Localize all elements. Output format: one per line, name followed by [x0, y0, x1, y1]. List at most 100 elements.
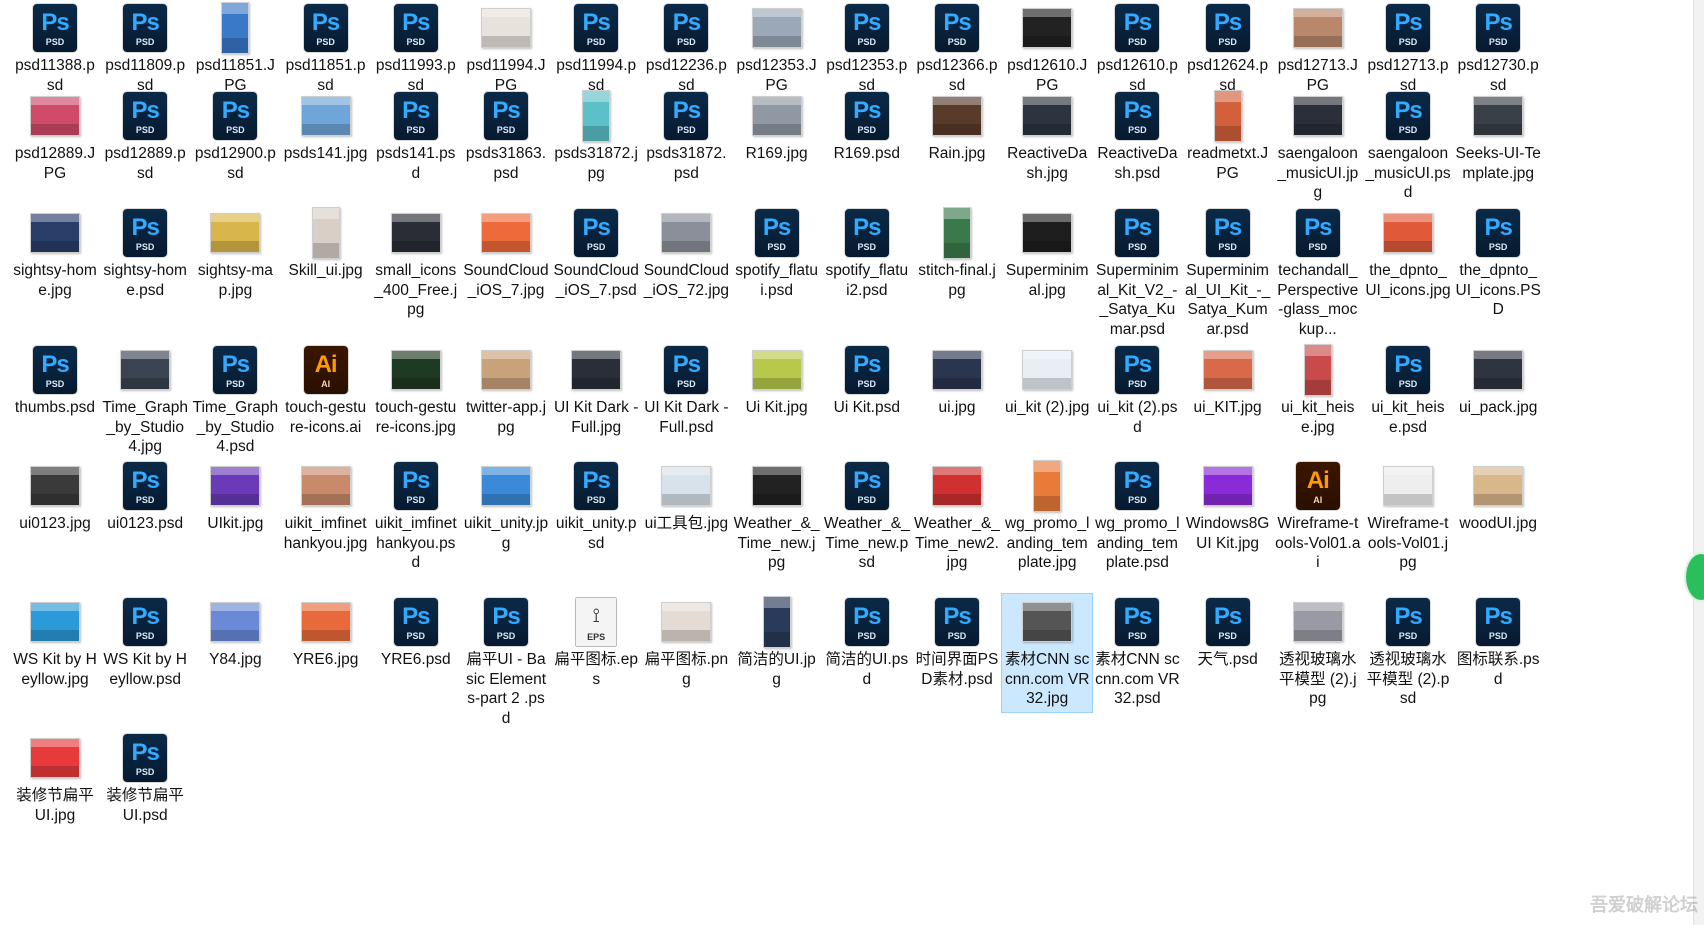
- file-item[interactable]: Ps PSD Superminimal_Kit_V2_-_Satya_Kumar.p…: [1092, 205, 1182, 339]
- file-item[interactable]: psds141.jpg: [281, 88, 371, 164]
- file-item[interactable]: saengaloon_musicUI.jpg: [1273, 88, 1363, 203]
- file-item[interactable]: Ps PSD Ui Kit.psd: [822, 342, 912, 418]
- file-item[interactable]: Ui Kit.jpg: [732, 342, 822, 418]
- file-item[interactable]: Ps PSD 简洁的UI.psd: [822, 594, 912, 689]
- file-item[interactable]: Ps PSD psd12900.psd: [190, 88, 280, 183]
- file-item[interactable]: stitch-final.jpg: [912, 205, 1002, 300]
- file-item[interactable]: Ps PSD psds141.psd: [371, 88, 461, 183]
- file-item[interactable]: Ps PSD 时间界面PSD素材.psd: [912, 594, 1002, 689]
- file-item[interactable]: psd12610.JPG: [1002, 0, 1092, 95]
- file-item[interactable]: ⟟ EPS 扁平图标.eps: [551, 594, 641, 689]
- file-item[interactable]: Ps PSD psd12366.psd: [912, 0, 1002, 95]
- file-item[interactable]: 透视玻璃水平模型 (2).jpg: [1273, 594, 1363, 709]
- file-item[interactable]: Ps PSD psd12610.psd: [1092, 0, 1182, 95]
- file-item[interactable]: psd12713.JPG: [1273, 0, 1363, 95]
- file-item[interactable]: Ps PSD WS Kit by Heyllow.psd: [100, 594, 190, 689]
- file-item[interactable]: Ps PSD 扁平UI - Basic Elements-part 2 .psd: [461, 594, 551, 728]
- file-item[interactable]: Ps PSD psd12353.psd: [822, 0, 912, 95]
- file-item[interactable]: psds31872.jpg: [551, 88, 641, 183]
- file-item[interactable]: UIkit.jpg: [190, 458, 280, 534]
- file-item[interactable]: Ps PSD Time_Graph_by_Studio4.psd: [190, 342, 280, 457]
- file-item[interactable]: psd12889.JPG: [10, 88, 100, 183]
- file-item[interactable]: ui_kit_heise.jpg: [1273, 342, 1363, 437]
- file-item[interactable]: Ps PSD the_dpnto_UI_icons.PSD: [1453, 205, 1543, 320]
- file-item[interactable]: ui_kit (2).jpg: [1002, 342, 1092, 418]
- file-item[interactable]: Ps PSD R169.psd: [822, 88, 912, 164]
- file-item[interactable]: Ai AI Wireframe-tools-Vol01.ai: [1273, 458, 1363, 573]
- file-item[interactable]: Ps PSD spotify_flatui2.psd: [822, 205, 912, 300]
- file-item[interactable]: Ps PSD Weather_&_Time_new.psd: [822, 458, 912, 573]
- file-item[interactable]: Ps PSD saengaloon_musicUI.psd: [1363, 88, 1453, 203]
- file-item[interactable]: Superminimal.jpg: [1002, 205, 1092, 300]
- file-item[interactable]: uikit_imfinethankyou.jpg: [281, 458, 371, 553]
- file-item[interactable]: Ps PSD psds31863.psd: [461, 88, 551, 183]
- file-item[interactable]: Ps PSD UI Kit Dark - Full.psd: [641, 342, 731, 437]
- file-item[interactable]: Rain.jpg: [912, 88, 1002, 164]
- file-item[interactable]: the_dpnto_UI_icons.jpg: [1363, 205, 1453, 300]
- file-item[interactable]: Ps PSD psd11993.psd: [371, 0, 461, 95]
- file-item[interactable]: Weather_&_Time_new2.jpg: [912, 458, 1002, 573]
- file-item[interactable]: Ps PSD spotify_flatui.psd: [732, 205, 822, 300]
- file-item[interactable]: touch-gesture-icons.jpg: [371, 342, 461, 437]
- file-item[interactable]: Y84.jpg: [190, 594, 280, 670]
- file-item[interactable]: WS Kit by Heyllow.jpg: [10, 594, 100, 689]
- file-item[interactable]: small_icons_400_Free.jpg: [371, 205, 461, 320]
- file-item[interactable]: Wireframe-tools-Vol01.jpg: [1363, 458, 1453, 573]
- file-item[interactable]: Ps PSD ui0123.psd: [100, 458, 190, 534]
- file-item[interactable]: Ps PSD psd11809.psd: [100, 0, 190, 95]
- file-item[interactable]: Ps PSD techandall_Perspective-glass_mockup…: [1273, 205, 1363, 339]
- file-item[interactable]: psd12353.JPG: [732, 0, 822, 95]
- file-item[interactable]: Ai AI touch-gesture-icons.ai: [281, 342, 371, 437]
- file-item[interactable]: Ps PSD 图标联系.psd: [1453, 594, 1543, 689]
- file-item[interactable]: Ps PSD sightsy-home.psd: [100, 205, 190, 300]
- file-item[interactable]: Ps PSD Superminimal_UI_Kit_-_Satya_Kumar.p…: [1183, 205, 1273, 339]
- file-item[interactable]: Skill_ui.jpg: [281, 205, 371, 281]
- file-item[interactable]: Ps PSD uikit_imfinethankyou.psd: [371, 458, 461, 573]
- file-item[interactable]: SoundCloud_iOS_72.jpg: [641, 205, 731, 300]
- file-item[interactable]: Ps PSD ui_kit (2).psd: [1092, 342, 1182, 437]
- file-item[interactable]: Seeks-UI-Template.jpg: [1453, 88, 1543, 183]
- file-item[interactable]: ui.jpg: [912, 342, 1002, 418]
- file-item[interactable]: ui_pack.jpg: [1453, 342, 1543, 418]
- file-item[interactable]: ui工具包.jpg: [641, 458, 731, 534]
- file-item[interactable]: Ps PSD 天气.psd: [1183, 594, 1273, 670]
- file-item[interactable]: Ps PSD thumbs.psd: [10, 342, 100, 418]
- file-item[interactable]: Ps PSD psd11851.psd: [281, 0, 371, 95]
- file-item[interactable]: 简洁的UI.jpg: [732, 594, 822, 689]
- file-item[interactable]: readmetxt.JPG: [1183, 88, 1273, 183]
- file-item[interactable]: uikit_unity.jpg: [461, 458, 551, 553]
- file-item[interactable]: Ps PSD SoundCloud_iOS_7.psd: [551, 205, 641, 300]
- file-item[interactable]: ReactiveDash.jpg: [1002, 88, 1092, 183]
- file-item[interactable]: Ps PSD YRE6.psd: [371, 594, 461, 670]
- file-item[interactable]: woodUI.jpg: [1453, 458, 1543, 534]
- file-item[interactable]: Ps PSD wg_promo_landing_template.psd: [1092, 458, 1182, 573]
- file-item[interactable]: Ps PSD 装修节扁平UI.psd: [100, 730, 190, 825]
- file-item[interactable]: Ps PSD 素材CNN sccnn.com VR32.psd: [1092, 594, 1182, 709]
- file-item[interactable]: Windows8GUI Kit.jpg: [1183, 458, 1273, 553]
- file-item[interactable]: Weather_&_Time_new.jpg: [732, 458, 822, 573]
- file-item[interactable]: Ps PSD psds31872.psd: [641, 88, 731, 183]
- file-item[interactable]: twitter-app.jpg: [461, 342, 551, 437]
- file-item[interactable]: Ps PSD psd12889.psd: [100, 88, 190, 183]
- file-item[interactable]: wg_promo_landing_template.jpg: [1002, 458, 1092, 573]
- file-item[interactable]: Ps PSD psd12624.psd: [1183, 0, 1273, 95]
- scrollbar[interactable]: [1693, 0, 1704, 925]
- file-item[interactable]: 素材CNN sccnn.com VR32.jpg: [1001, 593, 1094, 713]
- file-item[interactable]: Time_Graph_by_Studio4.jpg: [100, 342, 190, 457]
- file-item[interactable]: Ps PSD ui_kit_heise.psd: [1363, 342, 1453, 437]
- file-item[interactable]: sightsy-map.jpg: [190, 205, 280, 300]
- file-item[interactable]: sightsy-home.jpg: [10, 205, 100, 300]
- file-item[interactable]: ui_KIT.jpg: [1183, 342, 1273, 418]
- file-item[interactable]: R169.jpg: [732, 88, 822, 164]
- file-item[interactable]: Ps PSD 透视玻璃水平模型 (2).psd: [1363, 594, 1453, 709]
- file-item[interactable]: Ps PSD psd11994.psd: [551, 0, 641, 95]
- file-item[interactable]: ui0123.jpg: [10, 458, 100, 534]
- file-item[interactable]: Ps PSD uikit_unity.psd: [551, 458, 641, 553]
- file-item[interactable]: Ps PSD psd12236.psd: [641, 0, 731, 95]
- file-item[interactable]: Ps PSD psd12713.psd: [1363, 0, 1453, 95]
- file-item[interactable]: YRE6.jpg: [281, 594, 371, 670]
- file-item[interactable]: Ps PSD psd12730.psd: [1453, 0, 1543, 95]
- file-item[interactable]: Ps PSD ReactiveDash.psd: [1092, 88, 1182, 183]
- file-item[interactable]: SoundCloud_iOS_7.jpg: [461, 205, 551, 300]
- file-item[interactable]: UI Kit Dark - Full.jpg: [551, 342, 641, 437]
